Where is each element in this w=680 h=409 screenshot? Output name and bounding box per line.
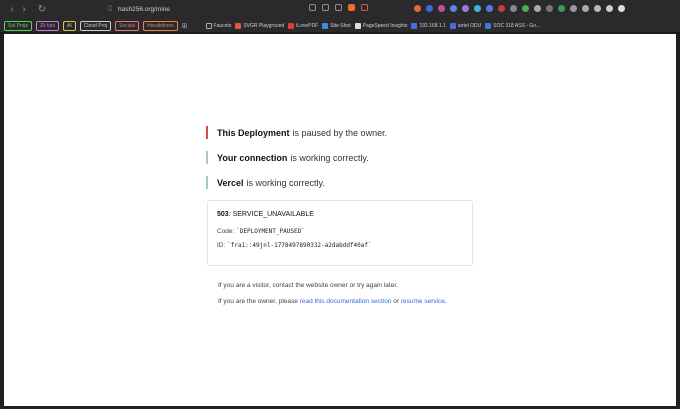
status-text: is paused by the owner. (292, 127, 388, 138)
error-title: 503: SERVICE_UNAVAILABLE (217, 211, 463, 218)
bookmark-site-shot[interactable]: Site-Shot (322, 22, 351, 29)
brave-shield-icon[interactable] (348, 4, 355, 11)
ilovepdf-icon (288, 22, 295, 29)
bookmark-label: PageSpeed Insights (362, 22, 408, 29)
bookmark-ilovepdf[interactable]: iLovePDF (288, 22, 319, 29)
extension-icon[interactable] (570, 5, 577, 12)
status-bar-red (206, 126, 208, 139)
bookmark-faucets[interactable]: Faucets (205, 22, 232, 29)
sidebar-toggle-icon[interactable] (582, 5, 589, 12)
bookmark-folder-cloud-proj[interactable]: Cloud Proj (79, 20, 112, 31)
bookmark-label: SOC 318 ASS - Go... (493, 22, 541, 29)
status-connection: Your connection is working correctly. (206, 151, 369, 164)
bookmark-label: Site-Shot (330, 22, 351, 29)
error-id-value: `fra1::49jnl-1778497890332-a2dabddf40af` (227, 242, 372, 249)
history-icon[interactable] (309, 4, 316, 11)
status-text: is working correctly. (246, 177, 325, 188)
bookmark-folder-zk-tuts[interactable]: Zk tuts (36, 20, 60, 31)
globe-icon (411, 22, 418, 29)
browser-window: ‹ › ↻ ▯ hash256.org/mine Sol Projs Zk tu… (0, 0, 680, 409)
owner-text-mid: or (391, 298, 401, 305)
extension-icon[interactable] (510, 5, 517, 12)
documentation-link[interactable]: read this documentation section (300, 298, 392, 305)
status-subject: Vercel (217, 177, 244, 188)
status-subject: Your connection (217, 152, 288, 163)
error-id-label: ID: (217, 242, 228, 249)
status-subject: This Deployment (217, 127, 290, 138)
resume-service-link[interactable]: resume service (401, 298, 445, 305)
pagespeed-icon (354, 22, 361, 29)
wallet-icon[interactable] (594, 5, 601, 12)
extension-icon[interactable] (522, 5, 529, 12)
menu-icon[interactable] (618, 5, 625, 12)
reload-icon[interactable]: ↻ (36, 4, 48, 15)
bookmark-label: iLovePDF (296, 22, 319, 29)
globe-icon (449, 22, 456, 29)
bookmark-soc-318[interactable]: SOC 318 ASS - Go... (485, 22, 541, 29)
url-text: hash256.org/mine (118, 6, 171, 13)
apps-grid-icon[interactable]: ⊞ (182, 22, 188, 30)
vpn-icon[interactable] (606, 5, 613, 12)
bookmark-label: Faucets (213, 22, 232, 29)
owner-text-prefix: If you are the owner, please (218, 298, 300, 305)
share-icon[interactable] (322, 4, 329, 11)
bookmark-folder-sol-projs[interactable]: Sol Projs (4, 20, 33, 31)
extension-icons (414, 5, 625, 12)
extension-icon[interactable] (438, 5, 445, 12)
extension-icon[interactable] (426, 5, 433, 12)
extension-icon[interactable] (450, 5, 457, 12)
folder-icon (205, 22, 212, 29)
bookmark-svgr-playground[interactable]: SVGR Playground (235, 22, 285, 29)
bookmark-airtel-odu[interactable]: airtel ODU (449, 22, 482, 29)
status-vercel: Vercel is working correctly. (206, 176, 325, 189)
bookmarks-bar: Sol Projs Zk tuts AI Cloud Proj Socials … (0, 19, 680, 33)
status-bar-green (206, 176, 208, 189)
bookmark-folder-socials[interactable]: Socials (115, 20, 140, 31)
extension-icon[interactable] (498, 5, 505, 12)
bookmark-label: SVGR Playground (243, 22, 285, 29)
bookmark-folder-hacakthons[interactable]: Hacakthons (143, 20, 178, 31)
status-text: is working correctly. (290, 152, 369, 163)
browser-toolbar: ‹ › ↻ ▯ hash256.org/mine (0, 0, 680, 19)
back-icon[interactable]: ‹ (6, 4, 18, 15)
extension-icon[interactable] (534, 5, 541, 12)
owner-message: If you are the owner, please read this d… (218, 298, 447, 305)
visitor-message: If you are a visitor, contact the websit… (218, 282, 398, 289)
bookmark-router[interactable]: 192.168.1.1 (411, 22, 446, 29)
extension-icon[interactable] (414, 5, 421, 12)
error-code-label: Code: (217, 228, 237, 235)
bookmark-folder-ai[interactable]: AI (63, 20, 76, 31)
bookmark-pagespeed[interactable]: PageSpeed Insights (354, 22, 408, 29)
error-code-number: 503 (217, 211, 229, 218)
error-code-name: : SERVICE_UNAVAILABLE (228, 211, 314, 218)
error-code-value: `DEPLOYMENT_PAUSED` (236, 228, 305, 235)
address-bar[interactable]: hash256.org/mine (98, 3, 378, 16)
page-content: This Deployment is paused by the owner. … (4, 34, 676, 406)
extension-icon[interactable] (558, 5, 565, 12)
site-shot-icon (322, 22, 329, 29)
extension-icon[interactable] (474, 5, 481, 12)
extension-icon[interactable] (486, 5, 493, 12)
zoom-icon[interactable] (335, 4, 342, 11)
docs-icon (485, 22, 492, 29)
owner-text-suffix: . (444, 298, 447, 305)
bookmark-label: 192.168.1.1 (419, 22, 446, 29)
status-bar-green (206, 151, 208, 164)
svgr-icon (235, 22, 242, 29)
extension-icon[interactable] (462, 5, 469, 12)
status-deployment: This Deployment is paused by the owner. (206, 126, 387, 139)
extension-icon[interactable] (546, 5, 553, 12)
error-code-row: Code: `DEPLOYMENT_PAUSED` (217, 228, 463, 235)
bookmark-label: airtel ODU (457, 22, 482, 29)
error-id-row: ID: `fra1::49jnl-1778497890332-a2dabddf4… (217, 242, 463, 249)
brave-rewards-icon[interactable] (361, 4, 368, 11)
forward-icon[interactable]: › (18, 4, 30, 15)
error-details-box: 503: SERVICE_UNAVAILABLE Code: `DEPLOYME… (207, 200, 473, 266)
